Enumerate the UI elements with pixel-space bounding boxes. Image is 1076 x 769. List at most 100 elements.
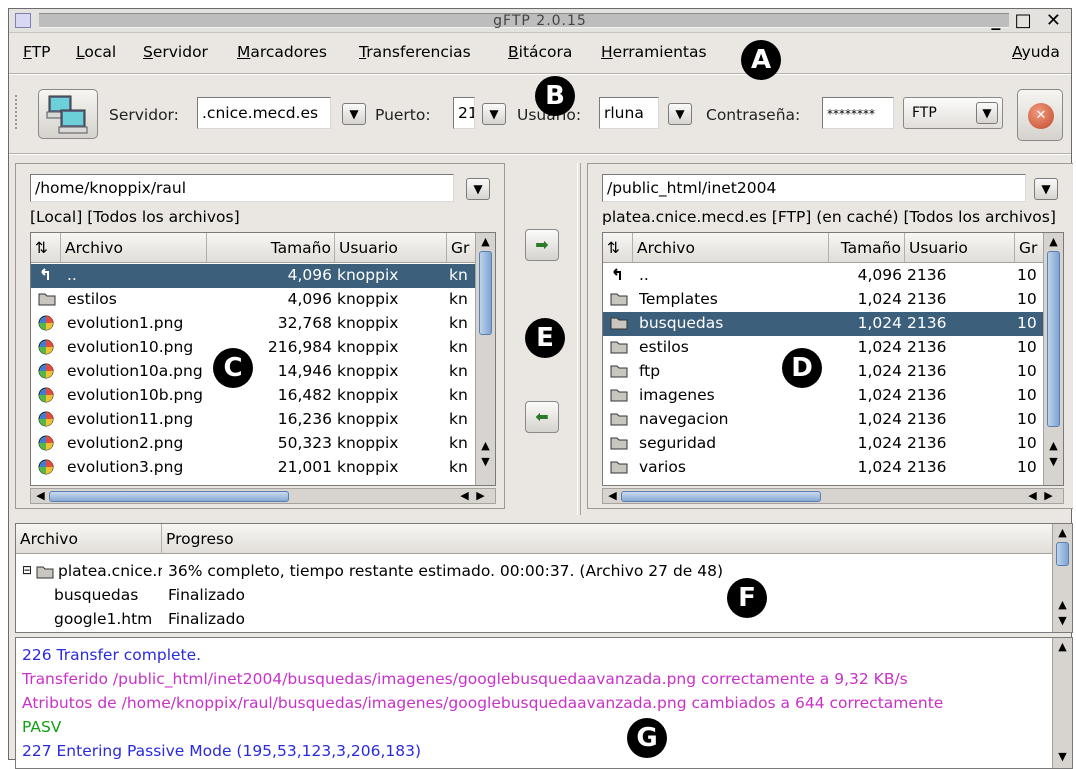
local-col-archivo[interactable]: Archivo <box>61 233 207 263</box>
remote-path-dropdown[interactable]: ▼ <box>1034 178 1058 200</box>
local-file-row[interactable]: evolution10a.png 14,946 knoppix kn <box>31 360 475 384</box>
connect-button[interactable] <box>38 89 98 139</box>
remote-file-row[interactable]: busquedas 1,024 2136 10 <box>603 312 1043 336</box>
file-name: evolution2.png <box>67 434 184 452</box>
queue-col-archivo[interactable]: Archivo <box>16 524 162 554</box>
scroll-down-icon[interactable]: ▼ <box>1046 455 1061 469</box>
scroll-left-icon[interactable]: ◀ <box>1025 489 1040 503</box>
remote-file-row[interactable]: imagenes 1,024 2136 10 <box>603 384 1043 408</box>
local-path-dropdown[interactable]: ▼ <box>466 178 490 200</box>
port-dropdown-button[interactable]: ▼ <box>482 103 506 125</box>
menu-transferencias[interactable]: Transferencias <box>359 43 471 61</box>
remote-hscrollbar[interactable]: ◀ ◀ ▶ <box>602 488 1064 504</box>
window-title: gFTP 2.0.15 <box>493 13 587 29</box>
local-file-row[interactable]: evolution2.png 50,323 knoppix kn <box>31 432 475 456</box>
scroll-left-icon[interactable]: ◀ <box>605 489 620 503</box>
scroll-right-icon[interactable]: ▶ <box>473 489 488 503</box>
local-hscroll-thumb[interactable] <box>49 491 289 502</box>
scroll-down-icon[interactable]: ▼ <box>478 455 493 469</box>
scroll-up-icon[interactable]: ▲ <box>1046 235 1061 249</box>
local-file-row[interactable]: evolution10b.png 16,482 knoppix kn <box>31 384 475 408</box>
title-bar[interactable]: gFTP 2.0.15 _ □ ✕ <box>9 9 1071 33</box>
queue-col-progreso[interactable]: Progreso <box>162 524 1052 554</box>
scroll-right-icon[interactable]: ▶ <box>1041 489 1056 503</box>
local-file-row[interactable]: evolution3.png 21,001 knoppix kn <box>31 456 475 480</box>
remote-hscroll-thumb[interactable] <box>621 491 821 502</box>
scroll-down-icon[interactable]: ▼ <box>1055 614 1070 628</box>
local-file-row[interactable]: evolution11.png 16,236 knoppix kn <box>31 408 475 432</box>
menu-herramientas[interactable]: Herramientas <box>601 43 707 61</box>
image-file-icon <box>38 363 56 379</box>
local-col-tamano[interactable]: Tamaño <box>207 233 335 263</box>
scroll-left-icon[interactable]: ◀ <box>457 489 472 503</box>
scroll-up-icon[interactable]: ▲ <box>1046 439 1061 453</box>
local-file-row[interactable]: evolution10.png 216,984 knoppix kn <box>31 336 475 360</box>
menu-servidor[interactable]: Servidor <box>143 43 208 61</box>
remote-col-usuario[interactable]: Usuario <box>905 233 1015 263</box>
scroll-left-icon[interactable]: ◀ <box>33 489 48 503</box>
queue-vscrollbar[interactable]: ▲ ▲ ▼ <box>1052 524 1072 632</box>
log-line: 227 Entering Passive Mode (195,53,123,3,… <box>22 742 422 760</box>
local-status: [Local] [Todos los archivos] <box>30 208 240 226</box>
password-input[interactable]: ******** <box>822 97 894 129</box>
remote-vscroll-thumb[interactable] <box>1047 251 1060 427</box>
file-group: 10 <box>1017 362 1037 380</box>
remote-file-row[interactable]: .. 4,096 2136 10 <box>603 264 1043 288</box>
remote-file-row[interactable]: Templates 1,024 2136 10 <box>603 288 1043 312</box>
menu-local[interactable]: Local <box>76 43 116 61</box>
remote-col-grupo[interactable]: Gr <box>1015 233 1043 263</box>
server-dropdown-button[interactable]: ▼ <box>342 103 366 125</box>
file-size: 1,024 <box>857 290 902 308</box>
remote-col-tamano[interactable]: Tamaño <box>829 233 905 263</box>
server-input[interactable]: .cnice.mecd.es <box>197 97 331 129</box>
tree-collapse-icon[interactable]: ⊟ <box>22 563 32 577</box>
menu-marcadores[interactable]: Marcadores <box>237 43 327 61</box>
remote-file-row[interactable]: estilos 1,024 2136 10 <box>603 336 1043 360</box>
remote-col-archivo[interactable]: Archivo <box>633 233 829 263</box>
sort-icon[interactable]: ⇅ <box>603 233 633 263</box>
remote-file-row[interactable]: varios 1,024 2136 10 <box>603 456 1043 480</box>
queue-vscroll-thumb[interactable] <box>1056 542 1069 566</box>
port-input[interactable]: 21 <box>453 97 475 129</box>
file-size: 1,024 <box>857 362 902 380</box>
file-owner: knoppix <box>337 266 399 284</box>
local-col-usuario[interactable]: Usuario <box>335 233 447 263</box>
window-controls[interactable]: _ □ ✕ <box>991 10 1065 31</box>
local-file-row[interactable]: estilos 4,096 knoppix kn <box>31 288 475 312</box>
disconnect-button[interactable]: ✕ <box>1017 89 1063 141</box>
arrow-left-icon: ⬅ <box>535 407 549 426</box>
protocol-select[interactable]: FTP ▼ <box>903 97 1003 129</box>
file-size: 50,323 <box>277 434 332 452</box>
scroll-up-icon[interactable]: ▲ <box>1055 598 1070 612</box>
toolbar-grip[interactable] <box>15 95 21 129</box>
download-button[interactable]: ⬅ <box>525 401 559 433</box>
remote-file-row[interactable]: navegacion 1,024 2136 10 <box>603 408 1043 432</box>
remote-vscrollbar[interactable]: ▲ ▲ ▼ <box>1043 233 1063 485</box>
menu-ftp[interactable]: FTP <box>23 43 50 61</box>
file-group: 10 <box>1017 410 1037 428</box>
scroll-up-icon[interactable]: ▲ <box>1055 640 1070 654</box>
sort-icon[interactable]: ⇅ <box>31 233 61 263</box>
remote-path-input[interactable]: /public_html/inet2004 <box>602 174 1026 202</box>
local-vscrollbar[interactable]: ▲ ▲ ▼ <box>475 233 495 485</box>
user-input[interactable]: rluna <box>599 97 659 129</box>
local-col-grupo[interactable]: Gr <box>447 233 475 263</box>
upload-button[interactable]: ➡ <box>525 229 559 261</box>
menu-bitacora[interactable]: Bitácora <box>508 43 572 61</box>
remote-file-row[interactable]: ftp 1,024 2136 10 <box>603 360 1043 384</box>
scroll-up-icon[interactable]: ▲ <box>1055 526 1070 540</box>
local-file-row[interactable]: evolution1.png 32,768 knoppix kn <box>31 312 475 336</box>
local-vscroll-thumb[interactable] <box>479 251 492 335</box>
user-dropdown-button[interactable]: ▼ <box>668 103 692 125</box>
local-hscrollbar[interactable]: ◀ ◀ ▶ <box>30 488 496 504</box>
remote-file-row[interactable]: seguridad 1,024 2136 10 <box>603 432 1043 456</box>
menu-ayuda[interactable]: Ayuda <box>1012 43 1060 61</box>
local-file-row[interactable]: .. 4,096 knoppix kn <box>31 264 475 288</box>
log-vscrollbar[interactable]: ▲ ▼ <box>1052 638 1072 768</box>
pane-divider[interactable] <box>577 163 581 515</box>
scroll-up-icon[interactable]: ▲ <box>478 439 493 453</box>
scroll-up-icon[interactable]: ▲ <box>478 235 493 249</box>
local-path-input[interactable]: /home/knoppix/raul <box>30 174 454 202</box>
file-size: 1,024 <box>857 338 902 356</box>
scroll-down-icon[interactable]: ▼ <box>1055 750 1070 764</box>
